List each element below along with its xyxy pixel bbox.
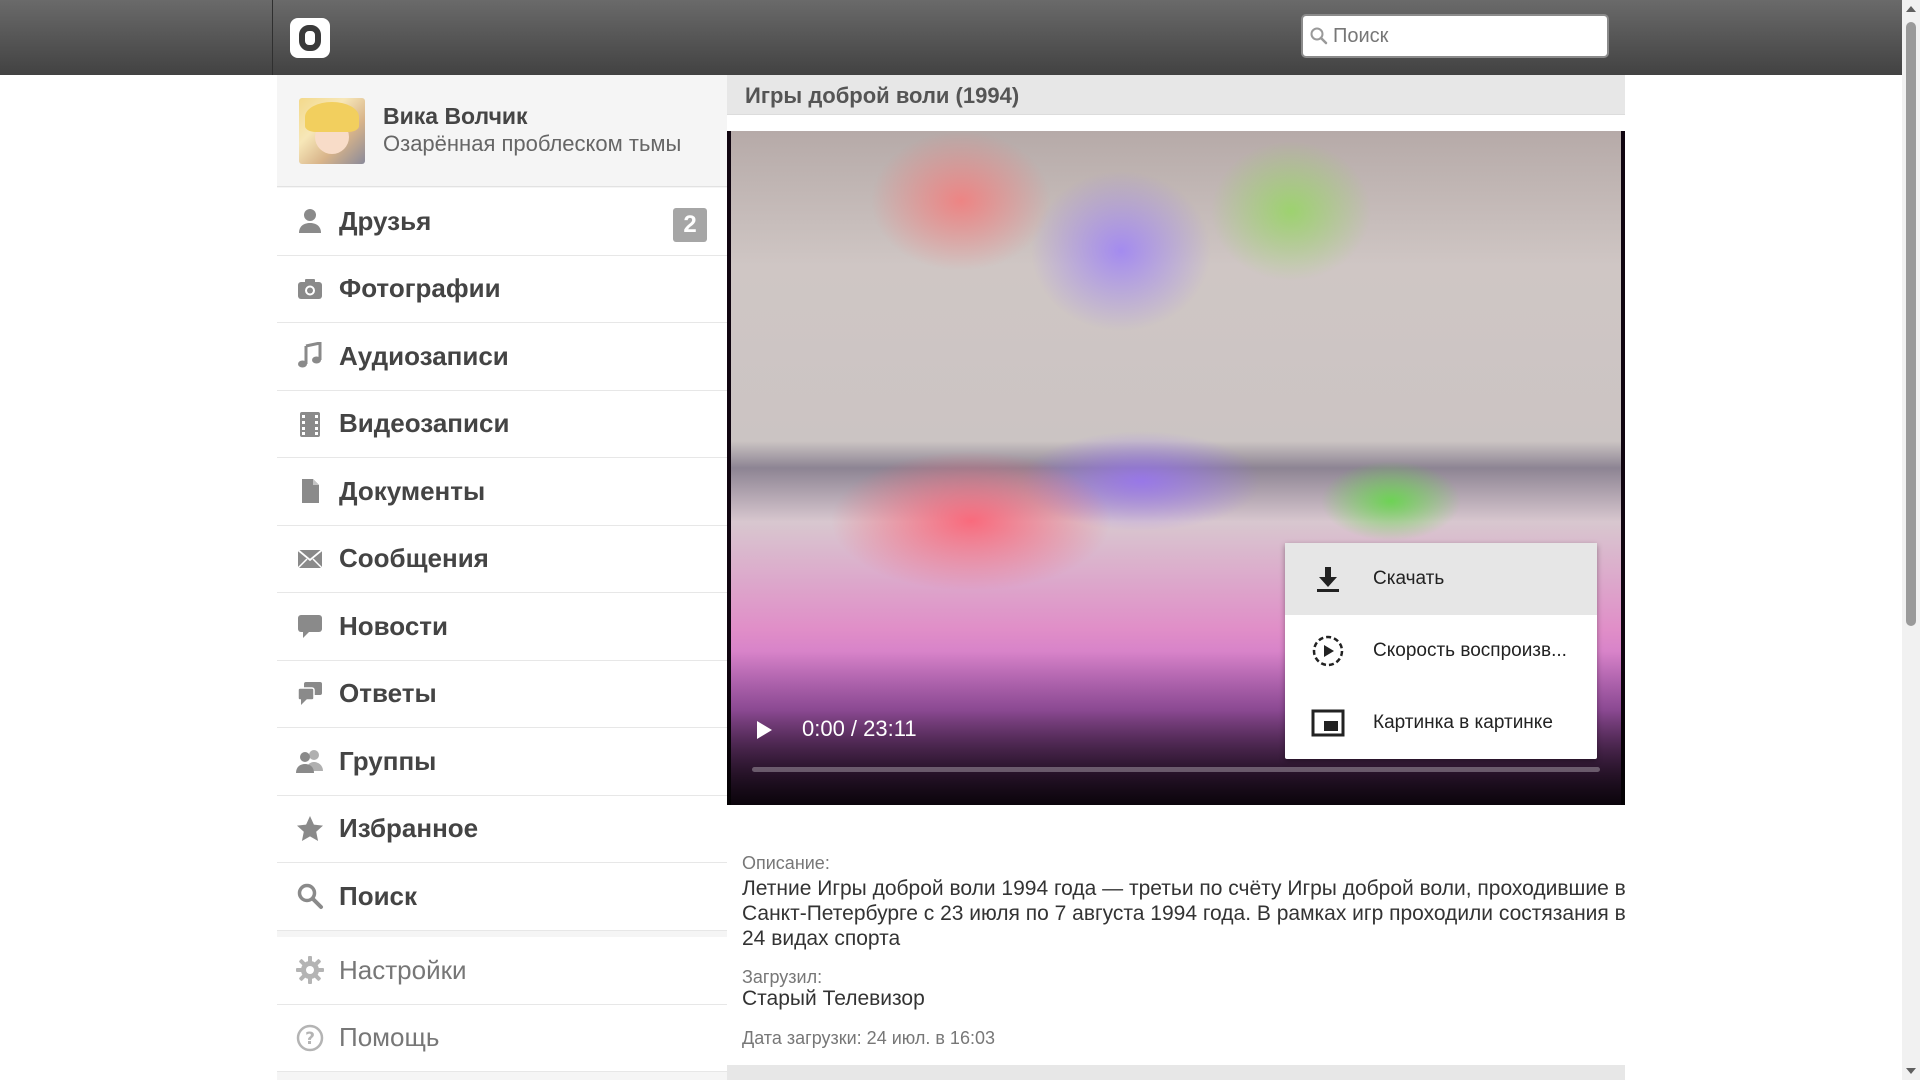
playback-speed-icon	[1311, 634, 1345, 668]
header-divider	[272, 0, 273, 75]
help-icon: ?	[295, 1023, 325, 1053]
sidebar-item-help[interactable]: ? Помощь	[277, 1004, 727, 1072]
video-player[interactable]: 0:00 / 23:11 Скачать Скорость воспроизв.…	[727, 131, 1625, 805]
logo-icon	[299, 25, 321, 51]
camera-icon	[295, 274, 325, 304]
page-scrollbar[interactable]	[1902, 0, 1920, 1080]
menu-item-label: Скачать	[1373, 568, 1445, 589]
star-icon	[295, 814, 325, 844]
sidebar-item-videos[interactable]: Видеозаписи	[277, 390, 727, 458]
sidebar-item-label: Друзья	[339, 205, 432, 236]
main-content: Игры доброй воли (1994) 0:00 / 23:11 Ска…	[727, 75, 1626, 1080]
menu-item-label: Картинка в картинке	[1373, 712, 1553, 733]
sidebar-item-label: Избранное	[339, 813, 479, 844]
sidebar-item-label: Видеозаписи	[339, 408, 510, 439]
sidebar-item-news[interactable]: Новости	[277, 593, 727, 661]
sidebar-item-messages[interactable]: Сообщения	[277, 525, 727, 593]
description-text: Летние Игры доброй воли 1994 года — трет…	[742, 877, 1626, 950]
sidebar-item-friends[interactable]: Друзья 2	[277, 188, 727, 256]
play-icon[interactable]	[757, 721, 772, 739]
header-search[interactable]	[1301, 14, 1609, 58]
sidebar-nav: Друзья 2 Фотографии Аудиозаписи Видеозап…	[277, 188, 727, 931]
sidebar-item-answers[interactable]: Ответы	[277, 660, 727, 728]
upload-date: Дата загрузки: 24 июл. в 16:03	[742, 1028, 995, 1048]
sidebar-item-groups[interactable]: Группы	[277, 728, 727, 796]
scroll-up-arrow[interactable]	[1906, 6, 1916, 12]
sidebar-item-label: Аудиозаписи	[339, 340, 509, 371]
friends-count-badge: 2	[673, 208, 707, 242]
gear-icon	[295, 955, 325, 985]
sidebar-item-documents[interactable]: Документы	[277, 458, 727, 526]
sidebar-item-settings[interactable]: Настройки	[277, 937, 727, 1005]
envelope-icon	[295, 544, 325, 574]
document-icon	[295, 476, 325, 506]
sidebar-item-favorites[interactable]: Избранное	[277, 795, 727, 863]
profile-name[interactable]: Вика Волчик	[383, 103, 528, 130]
sidebar-item-label: Фотографии	[339, 273, 501, 304]
sidebar-item-label: Помощь	[339, 1022, 440, 1053]
svg-text:?: ?	[305, 1029, 315, 1049]
top-header	[0, 0, 1902, 75]
uploader-label: Загрузил:	[742, 967, 823, 987]
film-icon	[295, 409, 325, 439]
sidebar-item-label: Поиск	[339, 880, 418, 911]
video-options-menu: Скачать Скорость воспроизв... Картинка в…	[1285, 543, 1597, 759]
speech-bubble-icon	[295, 611, 325, 641]
sidebar-item-audio[interactable]: Аудиозаписи	[277, 323, 727, 391]
profile-status: Озарённая проблеском тьмы	[383, 131, 682, 156]
picture-in-picture-icon	[1311, 706, 1345, 740]
sidebar-item-label: Документы	[339, 475, 486, 506]
video-description: Описание: Летние Игры доброй воли 1994 г…	[742, 853, 1642, 951]
scroll-down-arrow[interactable]	[1906, 1068, 1916, 1074]
menu-item-picture-in-picture[interactable]: Картинка в картинке	[1285, 687, 1597, 759]
menu-item-download[interactable]: Скачать	[1285, 543, 1597, 615]
description-label: Описание:	[742, 853, 830, 873]
video-time: 0:00 / 23:11	[802, 716, 917, 741]
video-progress-bar[interactable]	[752, 767, 1600, 772]
sidebar: Вика Волчик Озарённая проблеском тьмы Др…	[277, 75, 727, 1080]
sidebar-item-label: Сообщения	[339, 543, 489, 574]
user-icon	[295, 206, 325, 236]
sidebar-item-search[interactable]: Поиск	[277, 863, 727, 931]
chat-bubbles-icon	[295, 679, 325, 709]
logo[interactable]	[290, 18, 330, 58]
sidebar-item-photos[interactable]: Фотографии	[277, 255, 727, 323]
menu-item-label: Скорость воспроизв...	[1373, 640, 1567, 661]
avatar[interactable]	[299, 98, 365, 164]
menu-item-playback-speed[interactable]: Скорость воспроизв...	[1285, 615, 1597, 687]
download-icon	[1311, 562, 1345, 596]
group-icon	[295, 746, 325, 776]
video-title-bar: Игры доброй воли (1994)	[727, 75, 1625, 115]
sidebar-item-label: Настройки	[339, 954, 467, 985]
search-icon	[295, 881, 325, 911]
comments-section-header	[727, 1065, 1625, 1080]
scroll-thumb[interactable]	[1906, 22, 1916, 626]
sidebar-item-label: Новости	[339, 610, 449, 641]
video-title: Игры доброй воли (1994)	[745, 83, 1020, 108]
sidebar-item-label: Группы	[339, 745, 437, 776]
sidebar-secondary-nav: Настройки ? Помощь	[277, 937, 727, 1072]
search-input[interactable]	[1333, 24, 1593, 48]
search-icon	[1309, 26, 1329, 46]
avatar-hair	[305, 102, 359, 132]
sidebar-item-label: Ответы	[339, 678, 437, 709]
profile-card[interactable]: Вика Волчик Озарённая проблеском тьмы	[277, 75, 727, 187]
music-note-icon	[295, 341, 325, 371]
uploader-name[interactable]: Старый Телевизор	[742, 987, 925, 1011]
